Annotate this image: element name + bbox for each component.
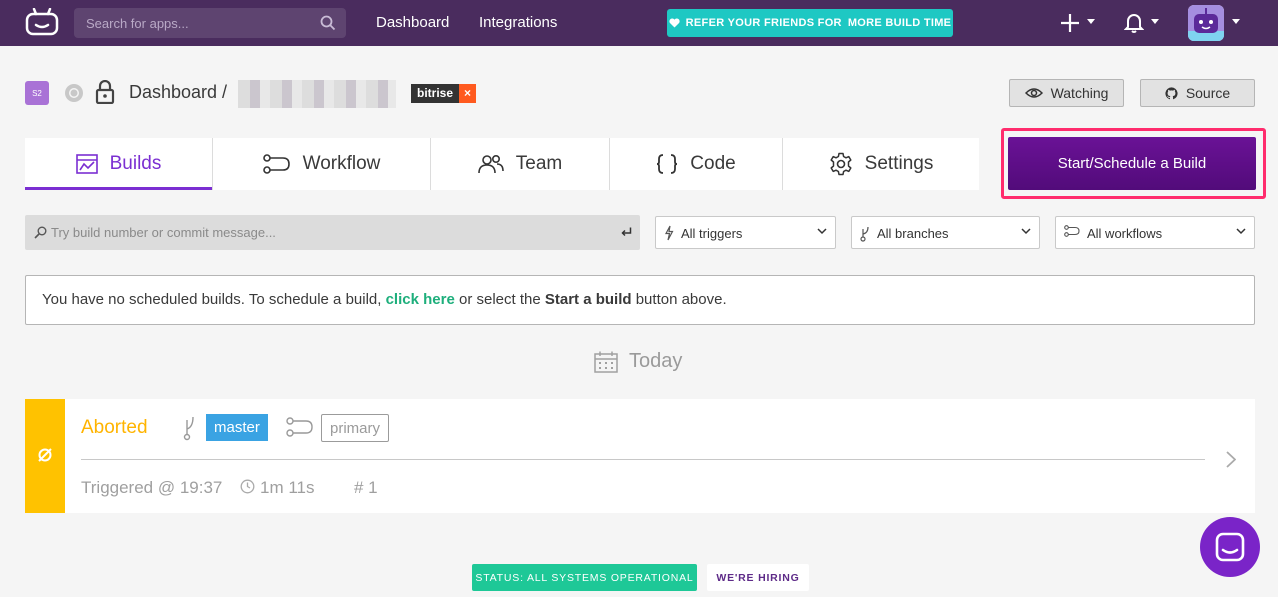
clock-icon [240, 479, 255, 494]
workflows-select-label: All workflows [1087, 226, 1163, 241]
branches-select-label: All branches [877, 226, 949, 241]
notice-strong-text: Start a build [544, 291, 632, 308]
build-duration: 1m 11s [260, 478, 315, 497]
team-icon [477, 154, 504, 174]
top-navbar: Dashboard Integrations REFER YOUR FRIEND… [0, 0, 1278, 46]
build-status-stripe [25, 399, 65, 513]
search-icon[interactable] [320, 15, 336, 31]
bell-icon[interactable] [1124, 12, 1144, 34]
build-status-label: Aborted [81, 417, 148, 438]
triggers-select[interactable]: All triggers [655, 216, 836, 249]
app-search-input[interactable] [74, 8, 314, 38]
tab-team[interactable]: Team [431, 138, 610, 190]
workflow-icon [286, 417, 313, 437]
build-number: # 1 [354, 478, 378, 497]
branch-icon [183, 416, 194, 441]
aborted-icon [38, 448, 52, 462]
date-group-label: Today [629, 350, 683, 372]
chevron-down-icon[interactable] [1087, 19, 1095, 25]
source-button[interactable]: Source [1140, 79, 1255, 107]
date-group-header: Today [594, 350, 682, 373]
system-status-badge[interactable]: STATUS: ALL SYSTEMS OPERATIONAL [472, 564, 697, 591]
build-workflow-tag[interactable]: primary [321, 414, 390, 442]
app-tag: bitrise × [411, 84, 477, 103]
branch-icon [860, 226, 869, 242]
watching-button[interactable]: Watching [1009, 79, 1124, 107]
search-icon [34, 226, 47, 239]
heart-icon [669, 18, 680, 28]
nav-dashboard-link[interactable]: Dashboard [376, 14, 449, 31]
breadcrumb[interactable]: Dashboard / [129, 82, 227, 103]
tab-settings-label: Settings [864, 153, 934, 174]
tab-workflow[interactable]: Workflow [213, 138, 431, 190]
builds-icon [75, 154, 98, 174]
chevron-down-icon[interactable] [1151, 19, 1159, 25]
refer-text: REFER YOUR FRIENDS FOR [685, 17, 842, 29]
chevron-right-icon[interactable] [1226, 451, 1236, 468]
chat-icon [1215, 532, 1245, 562]
tab-workflow-label: Workflow [302, 153, 381, 174]
tab-code[interactable]: Code [610, 138, 783, 190]
plus-icon[interactable] [1060, 12, 1080, 34]
lightning-icon [665, 225, 674, 241]
avatar[interactable] [1188, 5, 1224, 41]
notice-text: or select the [454, 291, 545, 308]
tab-code-label: Code [690, 153, 736, 174]
chat-launcher-button[interactable] [1200, 517, 1260, 577]
scheduled-builds-notice: You have no scheduled builds. To schedul… [25, 275, 1255, 325]
tab-builds-label: Builds [109, 153, 162, 174]
code-icon [657, 154, 678, 174]
triggers-select-label: All triggers [681, 226, 743, 241]
schedule-build-link[interactable]: click here [386, 291, 455, 308]
build-row[interactable]: Aborted master primary Triggered @ 19:37… [25, 399, 1255, 513]
build-branch-tag[interactable]: master [206, 414, 268, 441]
bitrise-logo-icon[interactable] [24, 8, 60, 36]
robot-avatar-icon [1188, 5, 1224, 41]
refer-strong-text: MORE BUILD TIME [847, 17, 952, 29]
chevron-down-icon [1021, 228, 1031, 235]
redacted-app-name [238, 80, 396, 108]
tab-builds[interactable]: Builds [25, 138, 213, 190]
chevron-down-icon [1236, 228, 1246, 235]
build-search [25, 215, 640, 250]
build-triggered-time: Triggered @ 19:37 [81, 478, 223, 497]
settings-circle-icon [65, 84, 83, 102]
notice-text: button above. [631, 291, 727, 308]
tag-remove-button[interactable]: × [459, 84, 477, 103]
tab-team-label: Team [515, 153, 563, 174]
branches-select[interactable]: All branches [851, 216, 1040, 249]
app-avatar[interactable]: S2 [25, 81, 49, 105]
watching-label: Watching [1050, 85, 1109, 101]
start-schedule-build-button[interactable]: Start/Schedule a Build [1008, 137, 1256, 190]
chevron-down-icon [817, 228, 827, 235]
enter-icon[interactable] [621, 227, 632, 238]
build-search-input[interactable] [51, 215, 611, 250]
workflow-icon [1064, 225, 1080, 237]
workflows-select[interactable]: All workflows [1055, 216, 1255, 249]
refer-friends-banner[interactable]: REFER YOUR FRIENDS FOR MORE BUILD TIME [667, 9, 953, 37]
tag-label[interactable]: bitrise [411, 84, 460, 103]
calendar-icon [594, 351, 618, 373]
divider [81, 459, 1205, 460]
nav-integrations-link[interactable]: Integrations [479, 14, 557, 31]
workflow-icon [262, 154, 290, 174]
github-icon [1165, 86, 1178, 99]
app-tabs: Builds Workflow Team Code Settings [25, 138, 979, 190]
notice-text: You have no scheduled builds. To schedul… [42, 291, 386, 308]
lock-icon [95, 80, 115, 104]
gear-icon [830, 152, 852, 176]
app-search [74, 8, 346, 38]
hiring-link[interactable]: WE'RE HIRING [707, 564, 809, 591]
chevron-down-icon[interactable] [1232, 19, 1240, 25]
eye-icon [1024, 88, 1043, 98]
tab-settings[interactable]: Settings [783, 138, 979, 190]
source-label: Source [1185, 85, 1231, 101]
